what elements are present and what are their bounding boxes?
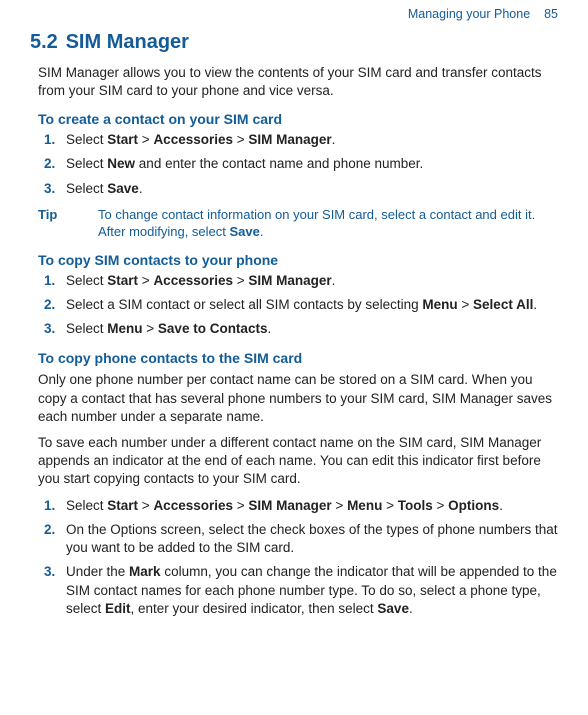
step-number: 3. (44, 320, 55, 338)
step-text: Select a SIM contact or select all SIM c… (66, 297, 537, 312)
header-section-title: Managing your Phone (408, 7, 530, 21)
tip-body: To change contact information on your SI… (98, 206, 558, 241)
section-heading: 5.2 SIM Manager (30, 29, 558, 56)
step-number: 1. (44, 131, 55, 149)
tip-label: Tip (38, 206, 98, 241)
paragraph: Only one phone number per contact name c… (38, 371, 558, 426)
step-number: 1. (44, 272, 55, 290)
paragraph: To save each number under a different co… (38, 434, 558, 489)
document-page: Managing your Phone 85 5.2 SIM Manager S… (0, 0, 588, 646)
section-title: SIM Manager (66, 31, 189, 53)
step-item: 2. On the Options screen, select the che… (66, 521, 558, 557)
subhead-copy-phone-to-sim: To copy phone contacts to the SIM card (38, 349, 558, 368)
step-text: Select Start > Accessories > SIM Manager… (66, 132, 335, 147)
section-number: 5.2 (30, 31, 58, 53)
running-header: Managing your Phone 85 (38, 6, 558, 23)
step-item: 3. Select Save. (66, 180, 558, 198)
step-text: On the Options screen, select the check … (66, 522, 558, 555)
step-text: Select Start > Accessories > SIM Manager… (66, 273, 335, 288)
page-number: 85 (544, 7, 558, 21)
step-text: Select New and enter the contact name an… (66, 156, 423, 171)
tip-block: Tip To change contact information on you… (38, 206, 558, 241)
step-item: 2. Select New and enter the contact name… (66, 155, 558, 173)
step-item: 3. Under the Mark column, you can change… (66, 563, 558, 618)
steps-create-sim-contact: 1. Select Start > Accessories > SIM Mana… (38, 131, 558, 198)
subhead-copy-sim-to-phone: To copy SIM contacts to your phone (38, 251, 558, 270)
step-text: Select Save. (66, 181, 143, 196)
subhead-create-sim-contact: To create a contact on your SIM card (38, 110, 558, 129)
step-number: 3. (44, 563, 55, 581)
step-number: 1. (44, 497, 55, 515)
intro-paragraph: SIM Manager allows you to view the conte… (38, 64, 558, 100)
step-number: 2. (44, 155, 55, 173)
step-text: Under the Mark column, you can change th… (66, 564, 557, 615)
steps-copy-phone-to-sim: 1. Select Start > Accessories > SIM Mana… (38, 497, 558, 618)
step-item: 1. Select Start > Accessories > SIM Mana… (66, 131, 558, 149)
step-text: Select Start > Accessories > SIM Manager… (66, 498, 503, 513)
step-item: 1. Select Start > Accessories > SIM Mana… (66, 497, 558, 515)
step-item: 1. Select Start > Accessories > SIM Mana… (66, 272, 558, 290)
step-number: 2. (44, 521, 55, 539)
step-number: 2. (44, 296, 55, 314)
header-separator (534, 7, 541, 21)
step-text: Select Menu > Save to Contacts. (66, 321, 271, 336)
step-item: 3. Select Menu > Save to Contacts. (66, 320, 558, 338)
step-number: 3. (44, 180, 55, 198)
step-item: 2. Select a SIM contact or select all SI… (66, 296, 558, 314)
steps-copy-sim-to-phone: 1. Select Start > Accessories > SIM Mana… (38, 272, 558, 339)
